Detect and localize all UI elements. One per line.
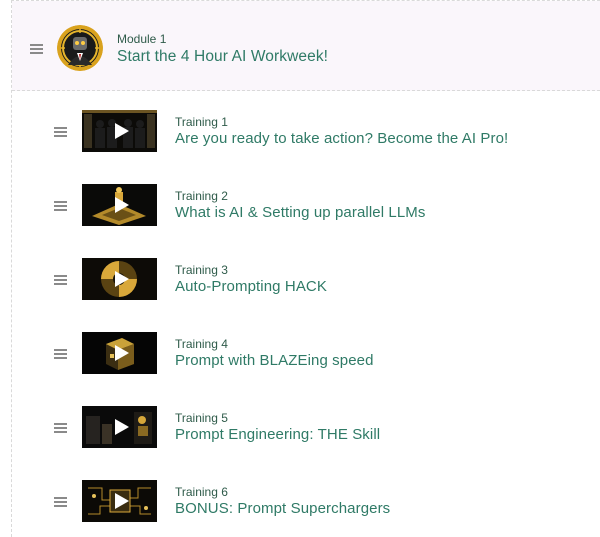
- play-icon[interactable]: [114, 197, 129, 213]
- drag-handle-icon[interactable]: [54, 201, 67, 211]
- lesson-row[interactable]: Training 6 BONUS: Prompt Superchargers: [12, 466, 600, 536]
- lesson-row[interactable]: Training 2 What is AI & Setting up paral…: [12, 170, 600, 240]
- lesson-label: Training 3: [175, 263, 228, 277]
- drag-handle-icon[interactable]: [54, 497, 67, 507]
- lesson-row[interactable]: Training 3 Auto-Prompting HACK: [12, 244, 600, 314]
- drag-handle-icon[interactable]: [54, 275, 67, 285]
- video-thumbnail[interactable]: [82, 184, 157, 226]
- drag-handle-icon[interactable]: [54, 127, 67, 137]
- play-icon[interactable]: [114, 271, 129, 287]
- play-icon[interactable]: [114, 493, 129, 509]
- robot-avatar-icon: [57, 25, 103, 71]
- lesson-label: Training 2: [175, 189, 228, 203]
- module-label: Module 1: [117, 32, 167, 46]
- course-outline: Module 1 Start the 4 Hour AI Workweek! T…: [0, 0, 600, 537]
- video-thumbnail[interactable]: [82, 480, 157, 522]
- module-title[interactable]: Start the 4 Hour AI Workweek!: [117, 48, 328, 66]
- lesson-label: Training 4: [175, 337, 228, 351]
- video-thumbnail[interactable]: [82, 406, 157, 448]
- drag-handle-icon[interactable]: [30, 44, 43, 54]
- video-thumbnail[interactable]: [82, 258, 157, 300]
- lesson-title[interactable]: Prompt with BLAZEing speed: [175, 352, 374, 369]
- play-icon[interactable]: [114, 123, 129, 139]
- lesson-label: Training 1: [175, 115, 228, 129]
- lesson-row[interactable]: Training 5 Prompt Engineering: THE Skill: [12, 392, 600, 462]
- lesson-title[interactable]: Are you ready to take action? Become the…: [175, 130, 508, 147]
- lesson-title[interactable]: What is AI & Setting up parallel LLMs: [175, 204, 426, 221]
- lesson-row[interactable]: Training 4 Prompt with BLAZEing speed: [12, 318, 600, 388]
- lesson-label: Training 6: [175, 485, 228, 499]
- drag-handle-icon[interactable]: [54, 349, 67, 359]
- module-header[interactable]: Module 1 Start the 4 Hour AI Workweek!: [12, 1, 600, 91]
- lesson-title[interactable]: BONUS: Prompt Superchargers: [175, 500, 390, 517]
- lesson-title[interactable]: Prompt Engineering: THE Skill: [175, 426, 380, 443]
- play-icon[interactable]: [114, 345, 129, 361]
- lesson-label: Training 5: [175, 411, 228, 425]
- lesson-title[interactable]: Auto-Prompting HACK: [175, 278, 327, 295]
- lesson-row[interactable]: Training 1 Are you ready to take action?…: [12, 96, 600, 166]
- video-thumbnail[interactable]: [82, 110, 157, 152]
- video-thumbnail[interactable]: [82, 332, 157, 374]
- play-icon[interactable]: [114, 419, 129, 435]
- drag-handle-icon[interactable]: [54, 423, 67, 433]
